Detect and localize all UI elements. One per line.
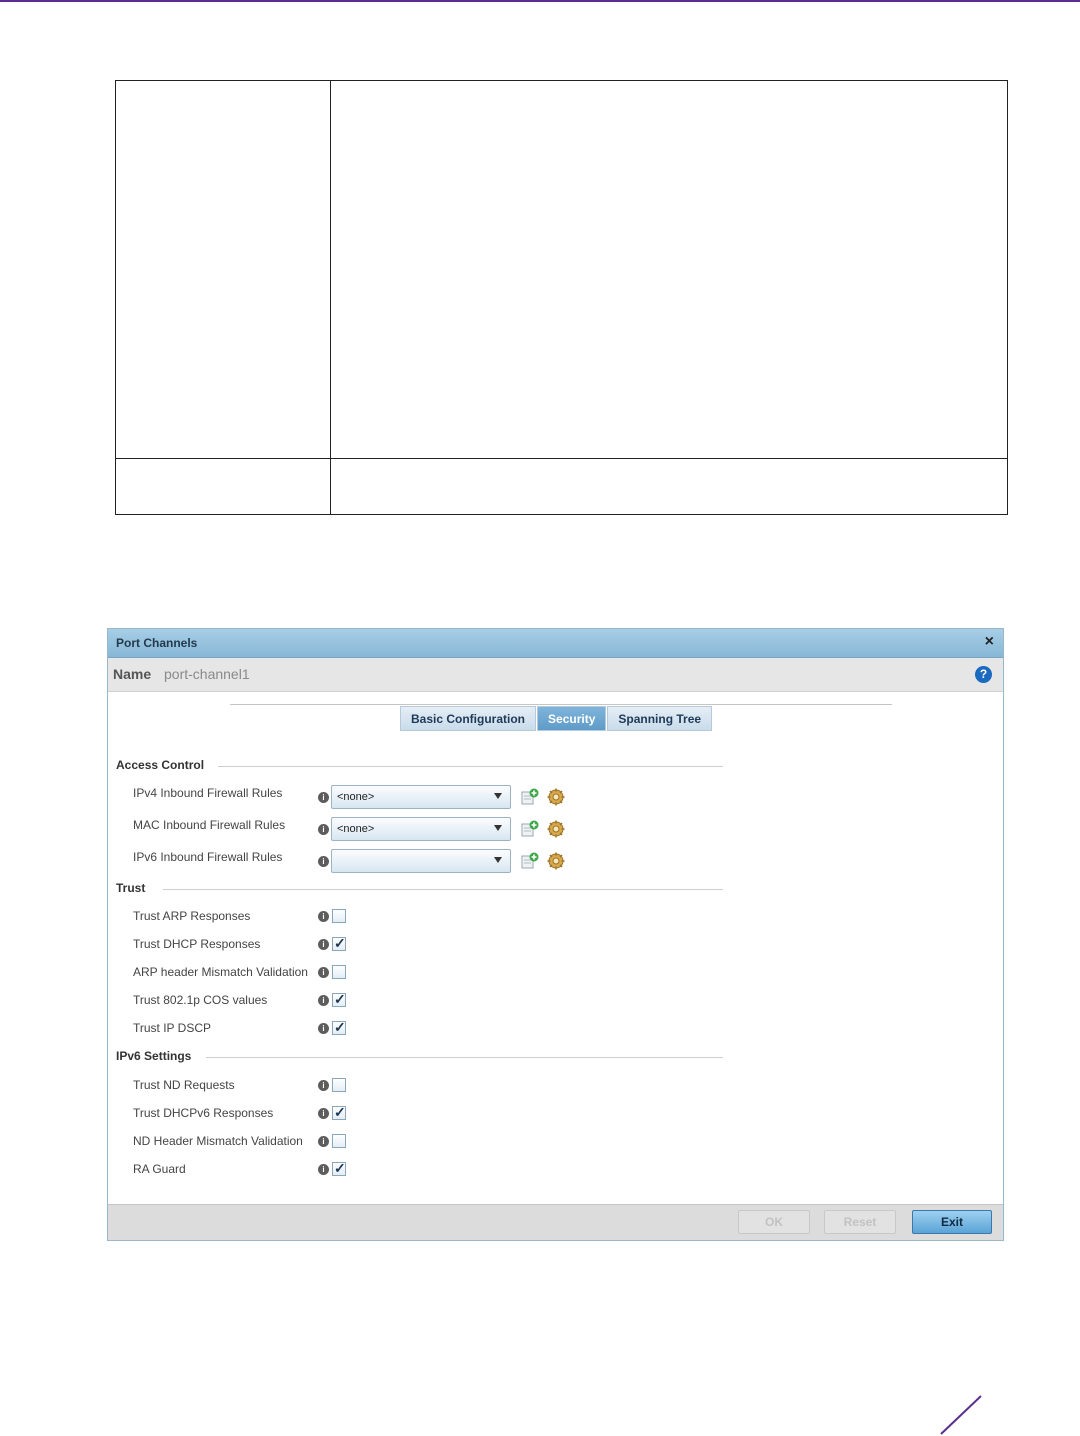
- select-value: <none>: [337, 791, 375, 803]
- trust-dhcp-checkbox[interactable]: [332, 935, 346, 952]
- info-icon[interactable]: i: [318, 856, 329, 867]
- close-icon[interactable]: ×: [985, 633, 994, 651]
- edit-rule-gear-icon[interactable]: [547, 788, 565, 806]
- trust-dscp-checkbox[interactable]: [332, 1019, 346, 1036]
- section-divider: [163, 889, 723, 890]
- table-column-divider: [330, 81, 331, 514]
- ra-guard-label: RA Guard: [133, 1162, 186, 1176]
- info-icon[interactable]: i: [318, 1108, 329, 1119]
- chevron-down-icon: [494, 793, 502, 799]
- arp-mismatch-checkbox[interactable]: [332, 965, 346, 979]
- section-ipv6-settings: IPv6 Settings: [116, 1049, 192, 1063]
- ipv6-firewall-select[interactable]: [331, 849, 511, 873]
- tab-spanning-tree[interactable]: Spanning Tree: [607, 706, 713, 731]
- chevron-down-icon: [494, 857, 502, 863]
- exit-button[interactable]: Exit: [912, 1210, 992, 1234]
- trust-arp-label: Trust ARP Responses: [133, 909, 251, 923]
- section-access-control: Access Control: [116, 758, 205, 772]
- create-rule-icon[interactable]: [521, 852, 539, 870]
- info-icon[interactable]: i: [318, 967, 329, 978]
- name-bar: Name port-channel1 ?: [108, 658, 1003, 692]
- create-rule-icon[interactable]: [521, 788, 539, 806]
- edit-rule-gear-icon[interactable]: [547, 820, 565, 838]
- page-top-rule: [0, 0, 1080, 2]
- info-icon[interactable]: i: [318, 911, 329, 922]
- info-icon[interactable]: i: [318, 939, 329, 950]
- mac-firewall-select[interactable]: <none>: [331, 817, 511, 841]
- port-channels-dialog: Port Channels × Name port-channel1 ? Bas…: [107, 628, 1004, 1241]
- dialog-title: Port Channels: [116, 636, 198, 650]
- info-icon[interactable]: i: [318, 1136, 329, 1147]
- tabs-divider: [230, 704, 892, 705]
- trust-nd-label: Trust ND Requests: [133, 1078, 235, 1092]
- trust-arp-checkbox[interactable]: [332, 909, 346, 923]
- trust-dhcpv6-checkbox[interactable]: [332, 1104, 346, 1121]
- document-table: [115, 80, 1008, 515]
- edit-rule-gear-icon[interactable]: [547, 852, 565, 870]
- nd-mismatch-checkbox[interactable]: [332, 1134, 346, 1148]
- ok-button[interactable]: OK: [738, 1210, 810, 1234]
- tab-strip: Basic Configuration Security Spanning Tr…: [400, 706, 713, 731]
- tab-security[interactable]: Security: [537, 706, 607, 731]
- info-icon[interactable]: i: [318, 1080, 329, 1091]
- tab-basic-configuration[interactable]: Basic Configuration: [400, 706, 537, 731]
- section-trust: Trust: [116, 881, 146, 895]
- section-divider: [218, 766, 723, 767]
- info-icon[interactable]: i: [318, 1164, 329, 1175]
- trust-nd-checkbox[interactable]: [332, 1078, 346, 1092]
- dialog-titlebar: Port Channels ×: [108, 629, 1003, 658]
- help-icon[interactable]: ?: [975, 666, 992, 683]
- trust-cos-checkbox[interactable]: [332, 991, 346, 1008]
- name-value: port-channel1: [164, 666, 250, 682]
- reset-button[interactable]: Reset: [824, 1210, 896, 1234]
- ra-guard-checkbox[interactable]: [332, 1160, 346, 1177]
- info-icon[interactable]: i: [318, 1023, 329, 1034]
- arp-mismatch-label: ARP header Mismatch Validation: [133, 965, 308, 979]
- ipv4-firewall-label: IPv4 Inbound Firewall Rules: [133, 786, 283, 800]
- mac-firewall-label: MAC Inbound Firewall Rules: [133, 818, 286, 832]
- trust-dhcpv6-label: Trust DHCPv6 Responses: [133, 1106, 274, 1120]
- trust-dhcp-label: Trust DHCP Responses: [133, 937, 261, 951]
- ipv6-firewall-label: IPv6 Inbound Firewall Rules: [133, 850, 283, 864]
- ipv4-firewall-select[interactable]: <none>: [331, 785, 511, 809]
- info-icon[interactable]: i: [318, 824, 329, 835]
- slash-brand-mark: [940, 1395, 982, 1435]
- table-row-divider: [116, 458, 1007, 459]
- chevron-down-icon: [494, 825, 502, 831]
- select-value: <none>: [337, 823, 375, 835]
- name-label: Name: [113, 666, 152, 682]
- create-rule-icon[interactable]: [521, 820, 539, 838]
- trust-dscp-label: Trust IP DSCP: [133, 1021, 212, 1035]
- section-divider: [206, 1057, 723, 1058]
- info-icon[interactable]: i: [318, 792, 329, 803]
- trust-cos-label: Trust 802.1p COS values: [133, 993, 268, 1007]
- info-icon[interactable]: i: [318, 995, 329, 1006]
- dialog-footer: OK Reset Exit: [108, 1204, 1003, 1240]
- nd-mismatch-label: ND Header Mismatch Validation: [133, 1134, 303, 1148]
